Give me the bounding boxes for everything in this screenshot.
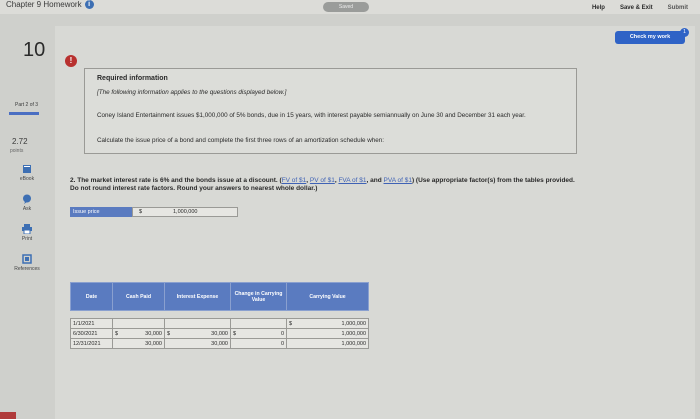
print-tool[interactable]: Print — [12, 224, 42, 242]
saved-status-badge: Saved — [323, 2, 369, 12]
print-label: Print — [21, 236, 33, 242]
question-prefix: 2. The market interest rate is 6% and th… — [70, 177, 282, 184]
submit-link[interactable]: Submit — [668, 5, 688, 11]
left-rail: 10 Part 2 of 3 2.72 points eBook Ask Pri… — [0, 14, 53, 419]
ask-label: Ask — [22, 206, 32, 212]
question-text: 2. The market interest rate is 6% and th… — [70, 177, 575, 192]
pv-link[interactable]: PV of $1 — [310, 177, 335, 184]
col-header-change-carrying: Change in Carrying Value — [230, 282, 287, 311]
table-row: 1/1/2021 $1,000,000 — [70, 318, 369, 329]
issue-price-row: Issue price $ 1,000,000 — [70, 207, 238, 217]
col-header-interest-expense: Interest Expense — [164, 282, 231, 311]
info-icon[interactable]: i — [84, 0, 94, 9]
row-date: 12/31/2021 — [70, 338, 113, 349]
carrying-value-cell[interactable]: $1,000,000 — [286, 318, 369, 329]
references-label: References — [14, 266, 40, 272]
points-value: 2.72 — [12, 137, 28, 146]
row-date: 1/1/2021 — [70, 318, 113, 329]
table-row: 6/30/2021 $30,000 $30,000 $0 1,000,000 — [70, 328, 369, 339]
chapter-title-text: Chapter 9 Homework — [6, 0, 82, 9]
question-number: 10 — [23, 39, 46, 61]
change-carrying-cell[interactable] — [230, 318, 287, 329]
ebook-tool[interactable]: eBook — [12, 164, 42, 182]
help-link[interactable]: Help — [592, 5, 605, 11]
change-carrying-cell[interactable]: $0 — [230, 328, 287, 339]
footer-strip — [0, 412, 16, 419]
table-row: 12/31/2021 30,000 30,000 0 1,000,000 — [70, 338, 369, 349]
interest-expense-cell[interactable] — [164, 318, 231, 329]
interest-expense-cell[interactable]: $30,000 — [164, 328, 231, 339]
ebook-label: eBook — [19, 176, 35, 182]
check-my-work-button[interactable]: Check my work — [615, 31, 685, 44]
amortization-table: Date Cash Paid Interest Expense Change i… — [70, 282, 369, 349]
issue-price-label: Issue price — [70, 207, 132, 217]
issue-price-value: 1,000,000 — [173, 209, 198, 215]
points-label: points — [10, 148, 24, 154]
references-icon — [22, 254, 32, 264]
carrying-value-cell[interactable]: 1,000,000 — [286, 328, 369, 339]
top-links: Help Save & Exit Submit — [592, 5, 688, 11]
chat-icon — [23, 194, 31, 204]
references-tool[interactable]: References — [12, 254, 42, 272]
ask-tool[interactable]: Ask — [12, 194, 42, 212]
info-instruction: Calculate the issue price of a bond and … — [97, 137, 385, 144]
amortization-schedule: Date Cash Paid Interest Expense Change i… — [70, 282, 369, 349]
issue-price-input[interactable]: $ 1,000,000 — [132, 207, 238, 217]
carrying-value-cell[interactable]: 1,000,000 — [286, 338, 369, 349]
col-header-cash-paid: Cash Paid — [112, 282, 165, 311]
cash-paid-cell[interactable] — [112, 318, 165, 329]
col-header-date: Date — [70, 282, 113, 311]
info-note: [The following information applies to th… — [97, 89, 287, 96]
cash-paid-cell[interactable]: 30,000 — [112, 338, 165, 349]
pva-link[interactable]: PVA of $1 — [384, 177, 412, 184]
required-information-box: Required information [The following info… — [84, 68, 577, 154]
fv-link[interactable]: FV of $1 — [282, 177, 307, 184]
info-paragraph: Coney Island Entertainment issues $1,000… — [97, 112, 526, 119]
printer-icon — [22, 224, 32, 234]
change-carrying-cell[interactable]: 0 — [230, 338, 287, 349]
info-heading: Required information — [97, 75, 168, 82]
book-icon — [23, 165, 31, 173]
fva-link[interactable]: FVA of $1 — [338, 177, 366, 184]
check-work-badge: 1 — [680, 28, 689, 37]
assignment-title[interactable]: Chapter 9 Homework i — [6, 0, 94, 9]
part-progress-bar — [9, 112, 39, 115]
col-header-carrying-value: Carrying Value — [286, 282, 369, 311]
alert-icon: ! — [65, 55, 77, 67]
part-label: Part 2 of 3 — [15, 102, 39, 108]
save-exit-link[interactable]: Save & Exit — [620, 5, 653, 11]
cash-paid-cell[interactable]: $30,000 — [112, 328, 165, 339]
issue-price-currency: $ — [139, 209, 143, 215]
top-bar: Chapter 9 Homework i Saved Help Save & E… — [0, 0, 700, 14]
interest-expense-cell[interactable]: 30,000 — [164, 338, 231, 349]
row-date: 6/30/2021 — [70, 328, 113, 339]
